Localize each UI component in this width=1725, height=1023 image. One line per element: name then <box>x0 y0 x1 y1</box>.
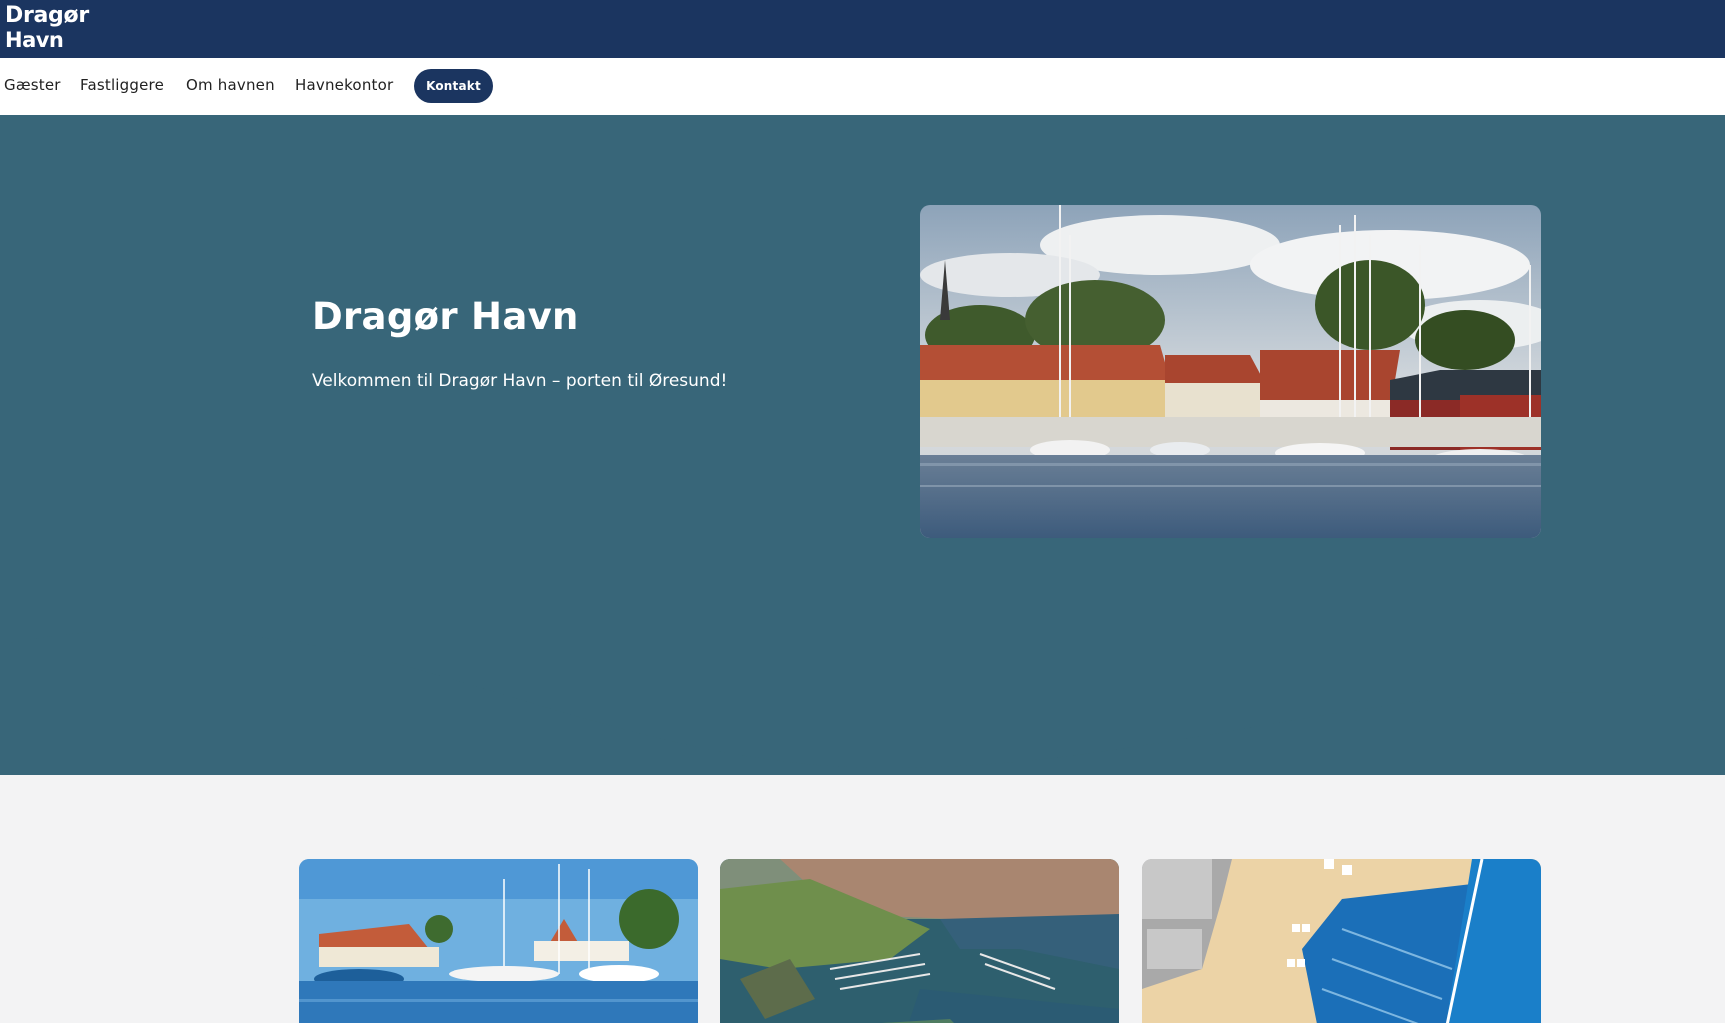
hero-title: Dragør Havn <box>312 295 579 338</box>
logo-line-1: Dragør <box>5 3 89 28</box>
nav-item-havnekontor[interactable]: Havnekontor <box>295 76 393 94</box>
card-aerial-photo[interactable] <box>720 859 1119 1023</box>
main-navigation: Gæster Fastliggere Om havnen Havnekontor… <box>0 58 1725 115</box>
hero-subtitle: Velkommen til Dragør Havn – porten til Ø… <box>312 371 728 391</box>
nav-item-gaester[interactable]: Gæster <box>4 76 61 94</box>
site-header: Dragør Havn <box>0 0 1725 58</box>
site-logo[interactable]: Dragør Havn <box>5 3 89 53</box>
contact-button[interactable]: Kontakt <box>414 69 493 103</box>
hero-harbour-photo <box>920 205 1541 538</box>
card-harbour-map[interactable] <box>1142 859 1541 1023</box>
wave-divider <box>0 600 1725 769</box>
nav-item-om-havnen[interactable]: Om havnen <box>186 76 275 94</box>
card-harbour-photo[interactable] <box>299 859 698 1023</box>
logo-line-2: Havn <box>5 28 64 52</box>
nav-item-fastliggere[interactable]: Fastliggere <box>80 76 164 94</box>
